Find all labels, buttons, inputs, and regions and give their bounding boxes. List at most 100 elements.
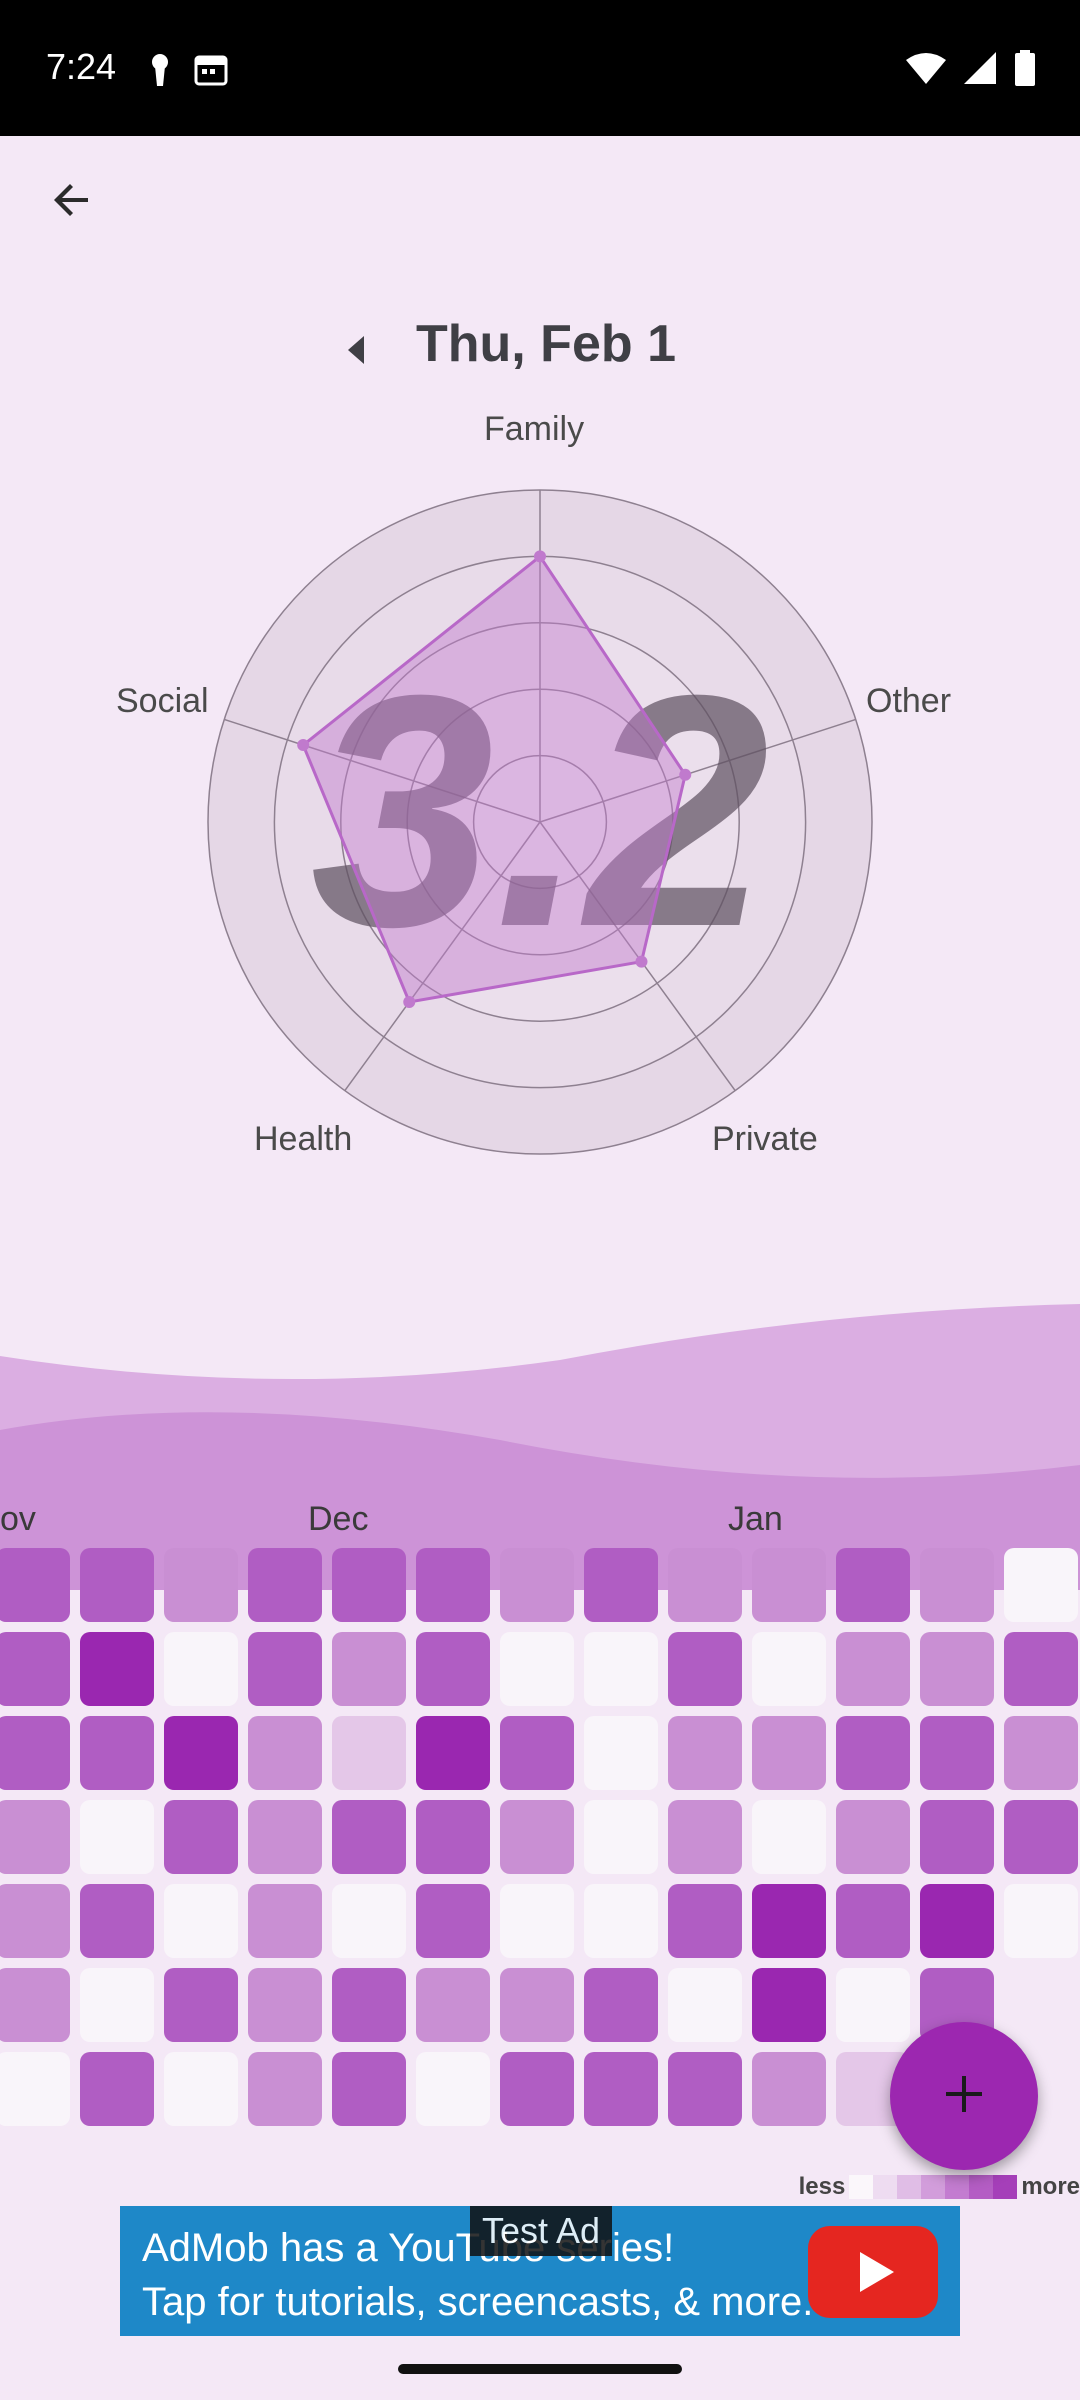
heatmap-cell[interactable] — [1004, 1632, 1078, 1706]
heatmap-cell[interactable] — [836, 1884, 910, 1958]
calendar-icon — [194, 52, 228, 93]
gesture-nav-bar[interactable] — [398, 2364, 682, 2374]
heatmap-cell[interactable] — [164, 1716, 238, 1790]
previous-day-button[interactable] — [334, 328, 378, 372]
heatmap-cell[interactable] — [668, 2052, 742, 2126]
heatmap-cell[interactable] — [80, 1800, 154, 1874]
heatmap-cell[interactable] — [1004, 1716, 1078, 1790]
heatmap-cell[interactable] — [1004, 1884, 1078, 1958]
heatmap-cell[interactable] — [752, 1548, 826, 1622]
heatmap-cell[interactable] — [500, 2052, 574, 2126]
heatmap-cell[interactable] — [836, 1548, 910, 1622]
radar-chart: 3.2 Family Other Private Health Social — [0, 400, 1080, 1180]
heatmap-cell[interactable] — [80, 1968, 154, 2042]
heatmap-cell[interactable] — [500, 1884, 574, 1958]
heatmap-cell[interactable] — [0, 1716, 70, 1790]
heatmap-cell[interactable] — [584, 1800, 658, 1874]
heatmap-cell[interactable] — [584, 1632, 658, 1706]
heatmap-cell[interactable] — [164, 1884, 238, 1958]
heatmap-cell[interactable] — [80, 1548, 154, 1622]
heatmap-cell[interactable] — [248, 2052, 322, 2126]
heatmap-cell[interactable] — [752, 1968, 826, 2042]
heatmap-cell[interactable] — [332, 1968, 406, 2042]
heatmap-cell[interactable] — [332, 1884, 406, 1958]
heatmap-cell[interactable] — [0, 1632, 70, 1706]
heatmap-cell[interactable] — [416, 1632, 490, 1706]
heatmap-cell[interactable] — [500, 1716, 574, 1790]
heatmap-cell[interactable] — [836, 1968, 910, 2042]
heatmap-cell[interactable] — [248, 1716, 322, 1790]
heatmap-cell[interactable] — [920, 1548, 994, 1622]
heatmap-cell[interactable] — [500, 1800, 574, 1874]
heatmap-cell[interactable] — [836, 1716, 910, 1790]
heatmap-cell[interactable] — [80, 1632, 154, 1706]
axis-label-other: Other — [866, 682, 952, 720]
heatmap-cell[interactable] — [0, 1548, 70, 1622]
heatmap-cell[interactable] — [332, 1716, 406, 1790]
heatmap-cell[interactable] — [416, 1548, 490, 1622]
heatmap-cell[interactable] — [416, 1716, 490, 1790]
status-bar: 7:24 — [0, 0, 1080, 136]
heatmap-cell[interactable] — [752, 1800, 826, 1874]
heatmap-cell[interactable] — [752, 2052, 826, 2126]
heatmap-cell[interactable] — [668, 1800, 742, 1874]
add-entry-button[interactable] — [890, 2022, 1038, 2170]
heatmap-cell[interactable] — [416, 1968, 490, 2042]
heatmap-cell[interactable] — [80, 1884, 154, 1958]
heatmap-cell[interactable] — [668, 1884, 742, 1958]
heatmap-cell[interactable] — [248, 1884, 322, 1958]
legend-swatch-4 — [945, 2175, 970, 2199]
heatmap-cell[interactable] — [0, 1800, 70, 1874]
heatmap-cell[interactable] — [584, 1968, 658, 2042]
heatmap-cell[interactable] — [248, 1632, 322, 1706]
heatmap-cell[interactable] — [164, 2052, 238, 2126]
heatmap-cell[interactable] — [416, 2052, 490, 2126]
heatmap-cell[interactable] — [332, 2052, 406, 2126]
heatmap-cell[interactable] — [920, 1632, 994, 1706]
heatmap-cell[interactable] — [416, 1800, 490, 1874]
arrow-back-icon — [48, 176, 96, 229]
heatmap-cell[interactable] — [164, 1548, 238, 1622]
legend-swatch-1 — [873, 2175, 898, 2199]
legend-swatch-0 — [849, 2175, 874, 2199]
heatmap-cell[interactable] — [836, 1800, 910, 1874]
heatmap-cell[interactable] — [164, 1800, 238, 1874]
heatmap-cell[interactable] — [752, 1884, 826, 1958]
youtube-play-icon[interactable] — [808, 2226, 938, 2318]
heatmap-cell[interactable] — [752, 1716, 826, 1790]
heatmap-cell[interactable] — [584, 2052, 658, 2126]
month-label-nov: ov — [0, 1500, 36, 1538]
heatmap-cell[interactable] — [332, 1548, 406, 1622]
heatmap-cell[interactable] — [416, 1884, 490, 1958]
heatmap-cell[interactable] — [332, 1632, 406, 1706]
heatmap-cell[interactable] — [668, 1632, 742, 1706]
heatmap-cell[interactable] — [500, 1632, 574, 1706]
heatmap-cell[interactable] — [836, 1632, 910, 1706]
heatmap-cell[interactable] — [248, 1548, 322, 1622]
heatmap-cell[interactable] — [668, 1968, 742, 2042]
heatmap-cell[interactable] — [584, 1548, 658, 1622]
heatmap-cell[interactable] — [0, 2052, 70, 2126]
heatmap-cell[interactable] — [500, 1968, 574, 2042]
heatmap-cell[interactable] — [668, 1548, 742, 1622]
heatmap-cell[interactable] — [920, 1716, 994, 1790]
heatmap-cell[interactable] — [584, 1884, 658, 1958]
heatmap-cell[interactable] — [248, 1968, 322, 2042]
heatmap-cell[interactable] — [80, 2052, 154, 2126]
heatmap-cell[interactable] — [248, 1800, 322, 1874]
heatmap-cell[interactable] — [0, 1884, 70, 1958]
heatmap-cell[interactable] — [164, 1968, 238, 2042]
heatmap-cell[interactable] — [752, 1632, 826, 1706]
heatmap-cell[interactable] — [920, 1884, 994, 1958]
heatmap-cell[interactable] — [920, 1800, 994, 1874]
heatmap-cell[interactable] — [332, 1800, 406, 1874]
heatmap-cell[interactable] — [0, 1968, 70, 2042]
back-button[interactable] — [40, 170, 104, 234]
heatmap-cell[interactable] — [80, 1716, 154, 1790]
heatmap-cell[interactable] — [1004, 1800, 1078, 1874]
heatmap-cell[interactable] — [500, 1548, 574, 1622]
heatmap-cell[interactable] — [668, 1716, 742, 1790]
heatmap-cell[interactable] — [584, 1716, 658, 1790]
heatmap-cell[interactable] — [1004, 1548, 1078, 1622]
heatmap-cell[interactable] — [164, 1632, 238, 1706]
